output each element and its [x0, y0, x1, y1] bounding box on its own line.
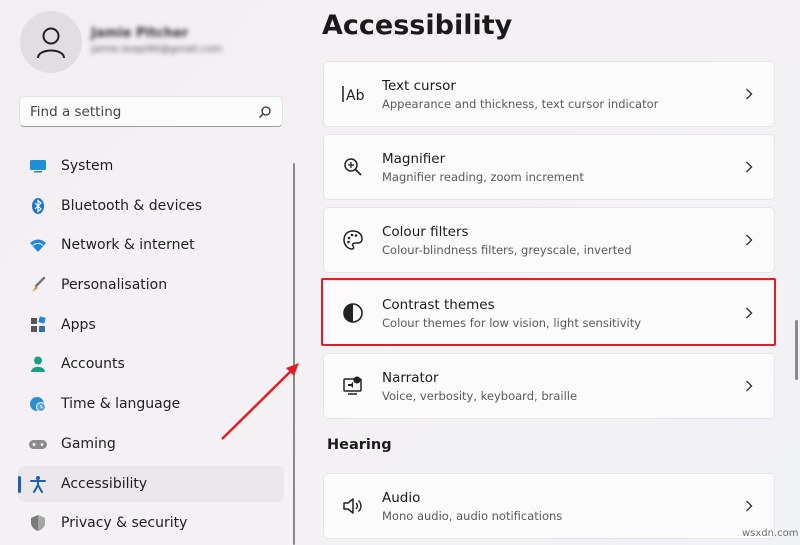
sidebar-item-label: Network & internet [61, 237, 195, 254]
sidebar-item-network[interactable]: Network & internet [18, 227, 284, 263]
accessibility-icon [28, 474, 48, 494]
sidebar-scrollbar[interactable] [293, 163, 295, 545]
sidebar-item-time-language[interactable]: Time & language [18, 386, 284, 422]
setting-card-narrator[interactable]: Narrator Voice, verbosity, keyboard, bra… [323, 353, 775, 419]
card-title: Narrator [382, 369, 439, 386]
text-cursor-icon: Ab [324, 84, 382, 104]
sidebar-item-label: Accessibility [61, 475, 148, 492]
contrast-icon [324, 302, 382, 324]
svg-text:Ab: Ab [346, 88, 365, 104]
card-title: Contrast themes [382, 296, 495, 313]
chevron-right-icon [724, 380, 774, 392]
sidebar-item-bluetooth[interactable]: Bluetooth & devices [18, 188, 284, 224]
user-email: jamie.teapi90@gmail.com [91, 44, 223, 55]
sidebar-item-label: Accounts [61, 356, 125, 373]
sidebar-item-gaming[interactable]: Gaming [18, 426, 284, 462]
setting-card-audio[interactable]: Audio Mono audio, audio notifications [323, 473, 775, 539]
card-title: Text cursor [382, 77, 456, 94]
chevron-right-icon [724, 307, 774, 319]
sidebar-item-label: Bluetooth & devices [61, 197, 203, 214]
card-subtitle: Colour themes for low vision, light sens… [382, 315, 642, 330]
apps-icon [28, 315, 48, 335]
monitor-icon [28, 156, 48, 176]
user-name: Jamie Pitcher [91, 26, 189, 41]
sidebar-item-accounts[interactable]: Accounts [18, 346, 284, 382]
sidebar-item-label: System [61, 158, 114, 174]
sidebar-item-personalisation[interactable]: Personalisation [18, 267, 284, 303]
sidebar: Jamie Pitcher jamie.teapi90@gmail.com Sy… [0, 0, 300, 545]
brush-icon [28, 275, 48, 295]
person-icon [37, 27, 65, 59]
chevron-right-icon [724, 161, 774, 173]
setting-card-magnifier[interactable]: Magnifier Magnifier reading, zoom increm… [323, 134, 775, 200]
sidebar-item-label: Personalisation [61, 277, 168, 294]
card-title: Audio [382, 489, 421, 506]
bluetooth-icon [28, 196, 48, 216]
speaker-icon [324, 496, 382, 516]
gamepad-icon [28, 434, 48, 454]
search-icon[interactable] [258, 105, 272, 119]
section-heading-hearing: Hearing [327, 437, 392, 453]
main-scrollbar[interactable] [795, 320, 798, 380]
narrator-icon [324, 375, 382, 397]
card-subtitle: Appearance and thickness, text cursor in… [382, 96, 659, 111]
sidebar-nav: System Bluetooth & devices Network & int… [18, 148, 284, 545]
card-title: Colour filters [382, 223, 469, 240]
sidebar-item-label: Apps [61, 316, 96, 333]
sidebar-item-privacy-security[interactable]: Privacy & security [18, 505, 284, 541]
search-box[interactable] [19, 96, 283, 127]
sidebar-item-label: Privacy & security [61, 515, 188, 532]
card-title: Magnifier [382, 150, 446, 167]
card-subtitle: Voice, verbosity, keyboard, braille [382, 388, 578, 403]
sidebar-item-label: Gaming [61, 435, 116, 452]
sidebar-item-accessibility[interactable]: Accessibility [18, 465, 284, 502]
magnifier-icon [324, 157, 382, 177]
shield-icon [28, 513, 48, 533]
palette-icon [324, 229, 382, 251]
card-subtitle: Mono audio, audio notifications [382, 508, 563, 523]
chevron-right-icon [724, 234, 774, 246]
avatar[interactable] [20, 11, 82, 73]
setting-card-contrast-themes[interactable]: Contrast themes Colour themes for low vi… [323, 280, 775, 346]
sidebar-item-system[interactable]: System [18, 148, 284, 184]
setting-card-text-cursor[interactable]: Ab Text cursor Appearance and thickness,… [323, 61, 775, 127]
wifi-icon [28, 235, 48, 255]
sidebar-item-apps[interactable]: Apps [18, 307, 284, 343]
page-title: Accessibility [322, 10, 513, 41]
sidebar-item-label: Time & language [61, 396, 181, 413]
person-icon [28, 354, 48, 374]
card-subtitle: Magnifier reading, zoom increment [382, 169, 584, 184]
chevron-right-icon [724, 500, 774, 512]
watermark: wsxdn.com [742, 528, 799, 539]
card-subtitle: Colour-blindness filters, greyscale, inv… [382, 242, 632, 257]
setting-card-colour-filters[interactable]: Colour filters Colour-blindness filters,… [323, 207, 775, 273]
chevron-right-icon [724, 88, 774, 100]
globe-clock-icon [28, 394, 48, 414]
search-input[interactable] [30, 103, 258, 120]
